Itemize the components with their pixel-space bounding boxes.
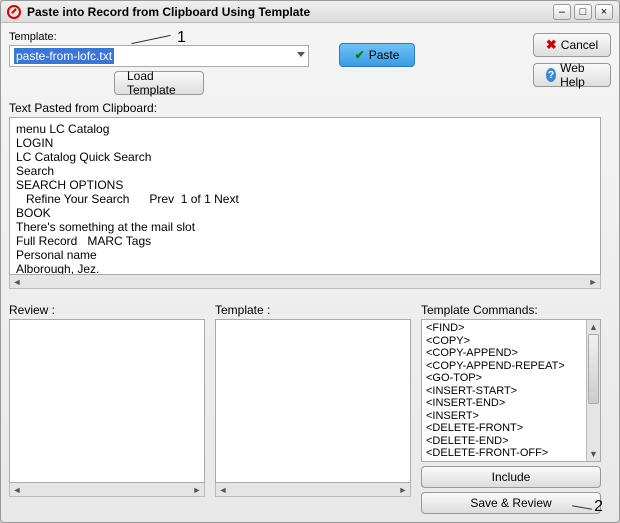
commands-vscrollbar[interactable]: ▲ ▼ bbox=[586, 320, 600, 461]
command-item[interactable]: <COPY-APPEND-REPEAT> bbox=[426, 360, 596, 373]
cancel-button[interactable]: ✖ Cancel bbox=[533, 33, 611, 57]
template-value: paste-from-lofc.txt bbox=[14, 48, 114, 64]
scroll-right-icon[interactable]: ► bbox=[586, 276, 600, 288]
scroll-down-icon[interactable]: ▼ bbox=[587, 447, 600, 461]
x-icon: ✖ bbox=[546, 37, 557, 53]
command-item[interactable]: <DELETE-FRONT-OFF> bbox=[426, 447, 596, 460]
command-item[interactable]: <INSERT-START> bbox=[426, 385, 596, 398]
command-item[interactable]: <INSERT> bbox=[426, 410, 596, 423]
review-box[interactable] bbox=[9, 319, 205, 483]
maximize-button[interactable]: □ bbox=[574, 4, 592, 20]
check-icon: ✔ bbox=[355, 48, 365, 62]
load-template-button[interactable]: Load Template bbox=[114, 71, 204, 95]
scroll-left-icon[interactable]: ◄ bbox=[10, 276, 24, 288]
command-item[interactable]: <DELETE-END-OFF> bbox=[426, 460, 596, 462]
scroll-left-icon[interactable]: ◄ bbox=[10, 484, 24, 496]
chevron-down-icon bbox=[297, 52, 305, 57]
command-item[interactable]: <DELETE-FRONT> bbox=[426, 422, 596, 435]
close-button[interactable]: × bbox=[595, 4, 613, 20]
clipboard-hscrollbar[interactable]: ◄ ► bbox=[9, 275, 601, 289]
web-help-button[interactable]: ? Web Help bbox=[533, 63, 611, 87]
help-icon: ? bbox=[546, 68, 556, 82]
template-combobox[interactable]: paste-from-lofc.txt bbox=[9, 45, 309, 67]
app-icon bbox=[7, 5, 21, 19]
command-item[interactable]: <COPY-APPEND> bbox=[426, 347, 596, 360]
command-item[interactable]: <GO-TOP> bbox=[426, 372, 596, 385]
template-hscrollbar[interactable]: ◄ ► bbox=[215, 483, 411, 497]
save-review-button[interactable]: Save & Review bbox=[421, 492, 601, 514]
scroll-thumb[interactable] bbox=[588, 334, 599, 404]
clipboard-label: Text Pasted from Clipboard: bbox=[9, 101, 611, 115]
template-panel-label: Template : bbox=[215, 303, 411, 317]
command-item[interactable]: <INSERT-END> bbox=[426, 397, 596, 410]
review-label: Review : bbox=[9, 303, 205, 317]
command-item[interactable]: <DELETE-END> bbox=[426, 435, 596, 448]
commands-listbox[interactable]: <FIND><COPY><COPY-APPEND><COPY-APPEND-RE… bbox=[421, 319, 601, 462]
commands-label: Template Commands: bbox=[421, 303, 601, 317]
template-label: Template: bbox=[9, 31, 309, 43]
titlebar: Paste into Record from Clipboard Using T… bbox=[1, 1, 619, 23]
scroll-right-icon[interactable]: ► bbox=[190, 484, 204, 496]
dialog-window: Paste into Record from Clipboard Using T… bbox=[0, 0, 620, 523]
window-title: Paste into Record from Clipboard Using T… bbox=[27, 5, 550, 19]
paste-button[interactable]: ✔ Paste bbox=[339, 43, 415, 67]
clipboard-text-area[interactable]: menu LC Catalog LOGIN LC Catalog Quick S… bbox=[9, 117, 601, 275]
template-box[interactable] bbox=[215, 319, 411, 483]
command-item[interactable]: <FIND> bbox=[426, 322, 596, 335]
command-item[interactable]: <COPY> bbox=[426, 335, 596, 348]
dialog-content: 1 Template: paste-from-lofc.txt Load Tem… bbox=[1, 23, 619, 522]
review-hscrollbar[interactable]: ◄ ► bbox=[9, 483, 205, 497]
include-button[interactable]: Include bbox=[421, 466, 601, 488]
scroll-up-icon[interactable]: ▲ bbox=[587, 320, 600, 334]
scroll-right-icon[interactable]: ► bbox=[396, 484, 410, 496]
scroll-left-icon[interactable]: ◄ bbox=[216, 484, 230, 496]
minimize-button[interactable]: – bbox=[553, 4, 571, 20]
